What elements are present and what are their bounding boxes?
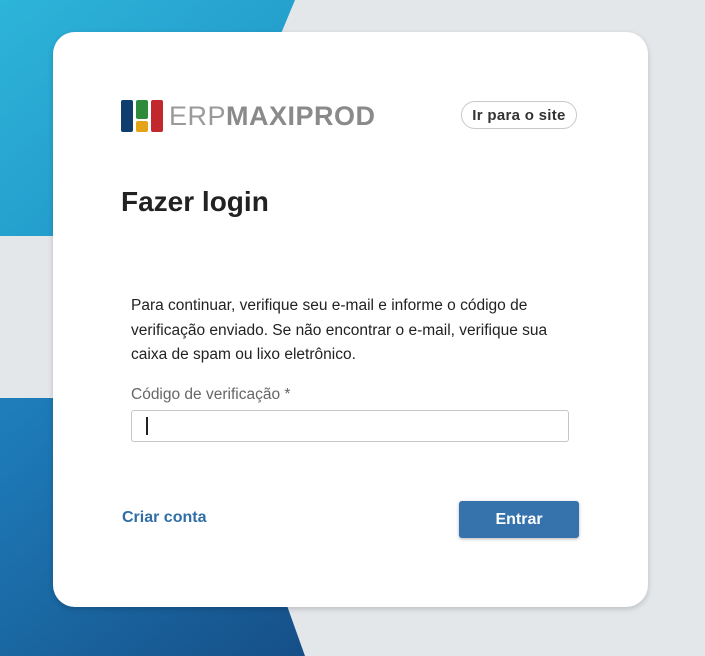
brand-wordmark: ERPMAXIPROD: [169, 100, 376, 132]
brand-name-bold: MAXIPROD: [226, 101, 376, 131]
login-card: ERPMAXIPROD Ir para o site Fazer login P…: [53, 32, 648, 607]
go-to-site-button[interactable]: Ir para o site: [461, 101, 577, 129]
brand-name-light: ERP: [169, 101, 227, 131]
verification-code-input[interactable]: [131, 410, 569, 442]
create-account-link[interactable]: Criar conta: [122, 509, 206, 527]
login-submit-button[interactable]: Entrar: [459, 501, 579, 538]
instructions-text: Para continuar, verifique seu e-mail e i…: [131, 297, 548, 363]
erp-maxiprod-logo-icon: [121, 100, 163, 132]
verification-code-label: Código de verificação *: [131, 386, 291, 403]
brand-logo: ERPMAXIPROD: [121, 100, 376, 132]
text-caret: [146, 417, 148, 435]
page-title: Fazer login: [121, 186, 269, 217]
